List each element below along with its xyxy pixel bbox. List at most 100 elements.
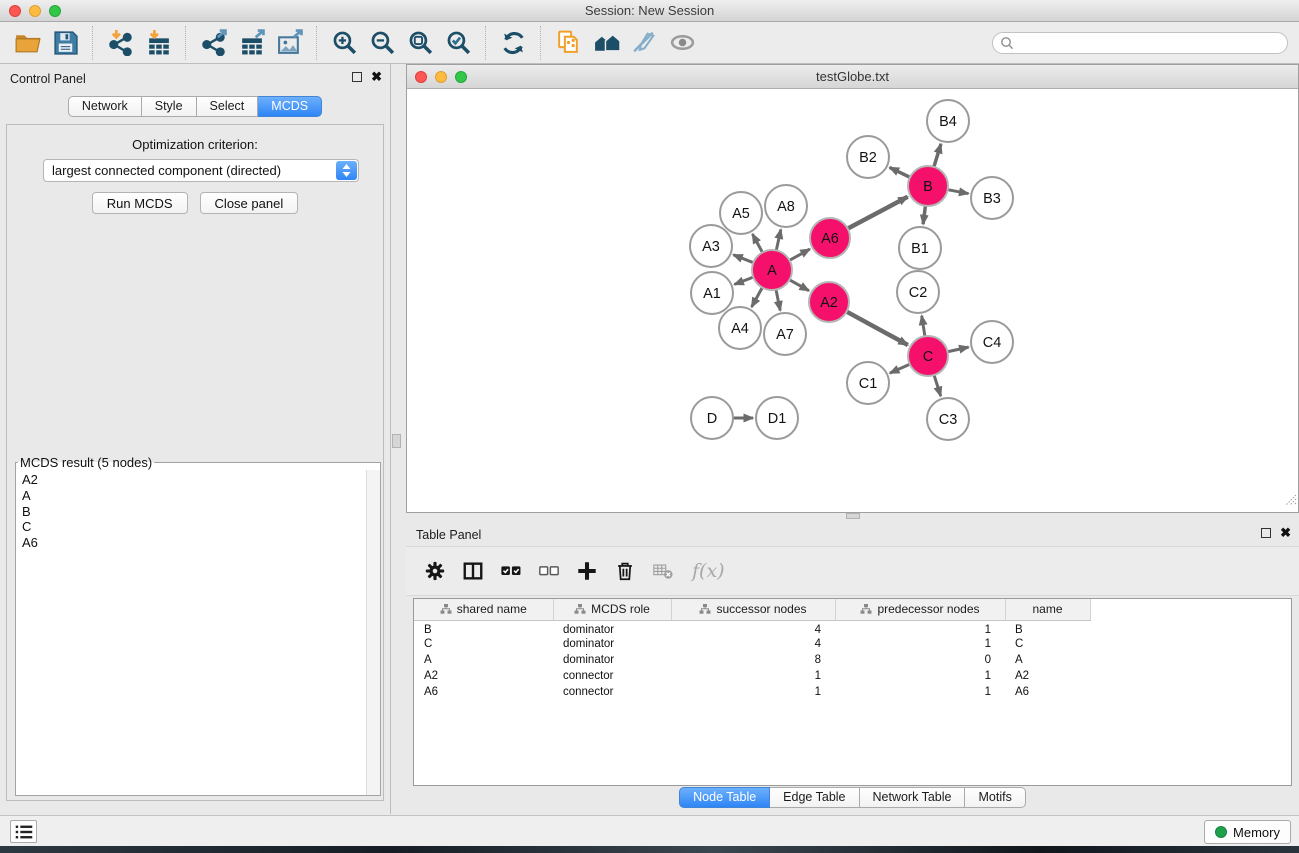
delete-rows-button[interactable] [610, 556, 640, 586]
edge-B-B2[interactable] [890, 167, 910, 177]
zoom-in-button[interactable] [325, 25, 363, 61]
node-C2[interactable]: C2 [897, 271, 939, 313]
resize-grip-icon[interactable] [1283, 492, 1297, 511]
table-cell[interactable]: 1 [835, 668, 1005, 684]
node-A1[interactable]: A1 [691, 272, 733, 314]
minimize-window-button[interactable] [29, 5, 41, 17]
edge-A-A8[interactable] [776, 229, 781, 250]
node-D1[interactable]: D1 [756, 397, 798, 439]
edge-B-B4[interactable] [934, 144, 941, 167]
edge-C-C4[interactable] [948, 347, 969, 352]
edge-A-A3[interactable] [733, 255, 753, 263]
home-layout-button[interactable] [587, 25, 625, 61]
hide-annotations-button[interactable] [625, 25, 663, 61]
edge-A2-C[interactable] [847, 312, 908, 345]
mcds-result-item[interactable]: A2 [16, 472, 365, 488]
node-D[interactable]: D [691, 397, 733, 439]
edge-C-C1[interactable] [890, 364, 910, 373]
column-header-MCDS-role[interactable]: MCDS role [553, 599, 671, 620]
table-row[interactable]: A6connector11A6 [414, 684, 1090, 700]
network-canvas[interactable]: B4B2BB3B1A5A8A3A6AA1A4A7A2C2C4CC1C3DD1 [407, 89, 1298, 512]
close-window-button[interactable] [9, 5, 21, 17]
table-row[interactable]: A2connector11A2 [414, 668, 1090, 684]
task-history-button[interactable] [10, 820, 37, 843]
table-cell[interactable]: 4 [671, 620, 835, 636]
import-network-button[interactable] [101, 25, 139, 61]
splitter-grip[interactable] [392, 434, 401, 448]
criterion-select[interactable]: largest connected component (directed) [43, 159, 359, 182]
edge-B-B3[interactable] [948, 190, 969, 194]
table-cell[interactable]: C [414, 636, 553, 652]
table-cell[interactable]: A [414, 652, 553, 668]
export-table-button[interactable] [232, 25, 270, 61]
edge-A-A1[interactable] [734, 277, 753, 284]
node-B1[interactable]: B1 [899, 227, 941, 269]
table-cell[interactable]: A6 [1005, 684, 1090, 700]
table-cell[interactable]: A6 [414, 684, 553, 700]
table-settings-button[interactable] [420, 556, 450, 586]
memory-button[interactable]: Memory [1204, 820, 1291, 844]
node-A5[interactable]: A5 [720, 192, 762, 234]
table-row[interactable]: Cdominator41C [414, 636, 1090, 652]
edge-A-A4[interactable] [752, 288, 763, 307]
edge-A-A6[interactable] [790, 249, 810, 260]
clone-network-button[interactable] [549, 25, 587, 61]
tab-network-table[interactable]: Network Table [860, 787, 966, 808]
close-panel-icon[interactable]: ✖ [1280, 528, 1291, 538]
edge-A6-B[interactable] [848, 197, 908, 229]
node-A3[interactable]: A3 [690, 225, 732, 267]
edge-C-C3[interactable] [934, 375, 941, 396]
table-cell[interactable]: 1 [835, 620, 1005, 636]
table-cell[interactable]: 8 [671, 652, 835, 668]
table-cell[interactable]: 1 [835, 684, 1005, 700]
select-all-checks-button[interactable] [496, 556, 526, 586]
zoom-selected-button[interactable] [439, 25, 477, 61]
table-row[interactable]: Bdominator41B [414, 620, 1090, 636]
mcds-result-item[interactable]: C [16, 519, 365, 535]
edge-A-A2[interactable] [789, 280, 809, 291]
show-columns-button[interactable] [458, 556, 488, 586]
mcds-result-item[interactable]: A6 [16, 535, 365, 551]
table-row[interactable]: Adominator80A [414, 652, 1090, 668]
net-close-button[interactable] [415, 71, 427, 83]
node-B2[interactable]: B2 [847, 136, 889, 178]
table-cell[interactable]: dominator [553, 620, 671, 636]
edge-C-C2[interactable] [922, 316, 925, 337]
result-scrollbar[interactable] [366, 470, 380, 795]
tab-motifs[interactable]: Motifs [965, 787, 1025, 808]
refresh-network-button[interactable] [494, 25, 532, 61]
node-C[interactable]: C [908, 336, 948, 376]
tab-network[interactable]: Network [68, 96, 142, 117]
splitter-grip[interactable] [846, 513, 860, 519]
vertical-splitter[interactable] [391, 64, 406, 814]
float-panel-icon[interactable] [1261, 528, 1271, 538]
tab-edge-table[interactable]: Edge Table [770, 787, 859, 808]
net-minimize-button[interactable] [435, 71, 447, 83]
tab-node-table[interactable]: Node Table [679, 787, 770, 808]
float-panel-icon[interactable] [352, 72, 362, 82]
save-session-button[interactable] [46, 25, 84, 61]
table-cell[interactable]: dominator [553, 636, 671, 652]
open-session-button[interactable] [8, 25, 46, 61]
table-cell[interactable]: B [414, 620, 553, 636]
table-cell[interactable]: C [1005, 636, 1090, 652]
search-input[interactable] [992, 32, 1288, 54]
edge-B-B1[interactable] [923, 206, 925, 224]
table-cell[interactable]: connector [553, 668, 671, 684]
column-header-predecessor-nodes[interactable]: predecessor nodes [835, 599, 1005, 620]
table-cell[interactable]: 1 [835, 636, 1005, 652]
delete-table-button[interactable] [648, 556, 678, 586]
horizontal-splitter[interactable] [406, 513, 1299, 520]
table-cell[interactable]: 1 [671, 684, 835, 700]
table-cell[interactable]: 4 [671, 636, 835, 652]
table-cell[interactable]: connector [553, 684, 671, 700]
node-A[interactable]: A [752, 250, 792, 290]
tab-select[interactable]: Select [197, 96, 259, 117]
mcds-result-item[interactable]: A [16, 488, 365, 504]
net-maximize-button[interactable] [455, 71, 467, 83]
node-B3[interactable]: B3 [971, 177, 1013, 219]
table-cell[interactable]: A [1005, 652, 1090, 668]
node-A2[interactable]: A2 [809, 282, 849, 322]
node-C3[interactable]: C3 [927, 398, 969, 440]
table-cell[interactable]: A2 [414, 668, 553, 684]
